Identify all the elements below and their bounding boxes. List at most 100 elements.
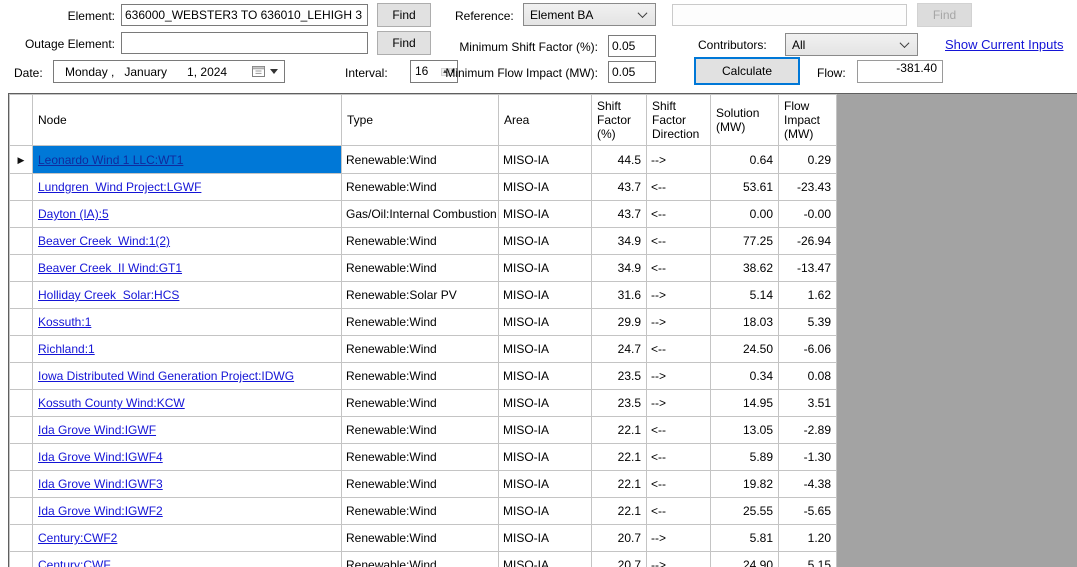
shift-factor-cell[interactable]: 43.7 — [591, 200, 647, 228]
node-link[interactable]: Century:CWF2 — [38, 531, 117, 545]
row-selector-cell[interactable] — [9, 173, 33, 201]
node-cell[interactable]: Kossuth County Wind:KCW — [32, 389, 342, 417]
node-cell[interactable]: Richland:1 — [32, 335, 342, 363]
row-selector-cell[interactable] — [9, 524, 33, 552]
area-cell[interactable]: MISO-IA — [498, 308, 592, 336]
area-cell[interactable]: MISO-IA — [498, 551, 592, 567]
element-find-button[interactable]: Find — [377, 3, 431, 27]
shift-factor-cell[interactable]: 22.1 — [591, 470, 647, 498]
flow-impact-cell[interactable]: 0.08 — [778, 362, 837, 390]
shift-factor-cell[interactable]: 22.1 — [591, 443, 647, 471]
grid-corner-cell[interactable] — [9, 94, 33, 146]
show-current-inputs-link[interactable]: Show Current Inputs — [945, 37, 1064, 52]
area-cell[interactable]: MISO-IA — [498, 497, 592, 525]
shift-factor-cell[interactable]: 20.7 — [591, 524, 647, 552]
shift-factor-cell[interactable]: 44.5 — [591, 145, 647, 174]
solution-cell[interactable]: 0.64 — [710, 145, 779, 174]
shift-factor-direction-cell[interactable]: --> — [646, 389, 711, 417]
flow-impact-cell[interactable]: -1.30 — [778, 443, 837, 471]
shift-factor-cell[interactable]: 22.1 — [591, 497, 647, 525]
row-selector-cell[interactable] — [9, 335, 33, 363]
type-cell[interactable]: Renewable:Wind — [341, 362, 499, 390]
flow-impact-cell[interactable]: -26.94 — [778, 227, 837, 255]
row-selector-cell[interactable]: ▶ — [9, 145, 33, 174]
area-cell[interactable]: MISO-IA — [498, 443, 592, 471]
type-cell[interactable]: Renewable:Wind — [341, 145, 499, 174]
type-cell[interactable]: Renewable:Wind — [341, 551, 499, 567]
outage-find-button[interactable]: Find — [377, 31, 431, 55]
flow-impact-cell[interactable]: 1.62 — [778, 281, 837, 309]
node-cell[interactable]: Ida Grove Wind:IGWF — [32, 416, 342, 444]
node-cell[interactable]: Beaver Creek Wind:1(2) — [32, 227, 342, 255]
flow-impact-cell[interactable]: -0.00 — [778, 200, 837, 228]
shift-factor-direction-cell[interactable]: <-- — [646, 497, 711, 525]
node-link[interactable]: Holliday Creek Solar:HCS — [38, 288, 179, 302]
shift-factor-cell[interactable]: 23.5 — [591, 389, 647, 417]
type-cell[interactable]: Renewable:Wind — [341, 335, 499, 363]
row-selector-cell[interactable] — [9, 443, 33, 471]
shift-factor-cell[interactable]: 23.5 — [591, 362, 647, 390]
flow-impact-cell[interactable]: -23.43 — [778, 173, 837, 201]
min-shift-factor-input[interactable] — [608, 35, 656, 57]
solution-cell[interactable]: 53.61 — [710, 173, 779, 201]
type-cell[interactable]: Renewable:Wind — [341, 416, 499, 444]
shift-factor-direction-cell[interactable]: --> — [646, 145, 711, 174]
shift-factor-direction-cell[interactable]: <-- — [646, 254, 711, 282]
area-cell[interactable]: MISO-IA — [498, 173, 592, 201]
flow-impact-cell[interactable]: 3.51 — [778, 389, 837, 417]
dropdown-arrow-icon[interactable] — [270, 69, 278, 74]
solution-cell[interactable]: 14.95 — [710, 389, 779, 417]
type-cell[interactable]: Gas/Oil:Internal Combustion — [341, 200, 499, 228]
shift-factor-direction-cell[interactable]: --> — [646, 308, 711, 336]
area-cell[interactable]: MISO-IA — [498, 416, 592, 444]
flow-impact-cell[interactable]: 5.39 — [778, 308, 837, 336]
type-cell[interactable]: Renewable:Wind — [341, 443, 499, 471]
solution-cell[interactable]: 38.62 — [710, 254, 779, 282]
contributors-combobox[interactable]: All — [785, 33, 918, 56]
solution-cell[interactable]: 19.82 — [710, 470, 779, 498]
node-link[interactable]: Beaver Creek II Wind:GT1 — [38, 261, 182, 275]
solution-cell[interactable]: 0.00 — [710, 200, 779, 228]
column-header-shift-factor-direction[interactable]: Shift Factor Direction — [646, 94, 711, 146]
shift-factor-direction-cell[interactable]: --> — [646, 524, 711, 552]
shift-factor-direction-cell[interactable]: <-- — [646, 200, 711, 228]
node-cell[interactable]: Century:CWF2 — [32, 524, 342, 552]
node-cell[interactable]: Century:CWF — [32, 551, 342, 567]
type-cell[interactable]: Renewable:Wind — [341, 173, 499, 201]
flow-impact-cell[interactable]: -6.06 — [778, 335, 837, 363]
solution-cell[interactable]: 0.34 — [710, 362, 779, 390]
solution-cell[interactable]: 25.55 — [710, 497, 779, 525]
row-selector-cell[interactable] — [9, 281, 33, 309]
flow-impact-cell[interactable]: -2.89 — [778, 416, 837, 444]
node-link[interactable]: Ida Grove Wind:IGWF3 — [38, 477, 163, 491]
type-cell[interactable]: Renewable:Wind — [341, 497, 499, 525]
row-selector-cell[interactable] — [9, 227, 33, 255]
shift-factor-direction-cell[interactable]: <-- — [646, 335, 711, 363]
node-link[interactable]: Leonardo Wind 1 LLC:WT1 — [38, 153, 183, 167]
row-selector-cell[interactable] — [9, 308, 33, 336]
flow-impact-cell[interactable]: -13.47 — [778, 254, 837, 282]
shift-factor-cell[interactable]: 34.9 — [591, 254, 647, 282]
solution-cell[interactable]: 13.05 — [710, 416, 779, 444]
node-link[interactable]: Richland:1 — [38, 342, 95, 356]
row-selector-cell[interactable] — [9, 497, 33, 525]
area-cell[interactable]: MISO-IA — [498, 145, 592, 174]
node-link[interactable]: Kossuth:1 — [38, 315, 91, 329]
area-cell[interactable]: MISO-IA — [498, 389, 592, 417]
type-cell[interactable]: Renewable:Wind — [341, 308, 499, 336]
type-cell[interactable]: Renewable:Wind — [341, 227, 499, 255]
flow-impact-cell[interactable]: 1.20 — [778, 524, 837, 552]
column-header-solution[interactable]: Solution (MW) — [710, 94, 779, 146]
row-selector-cell[interactable] — [9, 551, 33, 567]
shift-factor-cell[interactable]: 34.9 — [591, 227, 647, 255]
node-link[interactable]: Beaver Creek Wind:1(2) — [38, 234, 170, 248]
type-cell[interactable]: Renewable:Wind — [341, 254, 499, 282]
node-cell[interactable]: Lundgren Wind Project:LGWF — [32, 173, 342, 201]
outage-element-input[interactable] — [121, 32, 368, 54]
area-cell[interactable]: MISO-IA — [498, 200, 592, 228]
solution-cell[interactable]: 5.89 — [710, 443, 779, 471]
node-link[interactable]: Ida Grove Wind:IGWF — [38, 423, 156, 437]
node-cell[interactable]: Ida Grove Wind:IGWF4 — [32, 443, 342, 471]
node-link[interactable]: Century:CWF — [38, 558, 111, 567]
flow-impact-cell[interactable]: -4.38 — [778, 470, 837, 498]
